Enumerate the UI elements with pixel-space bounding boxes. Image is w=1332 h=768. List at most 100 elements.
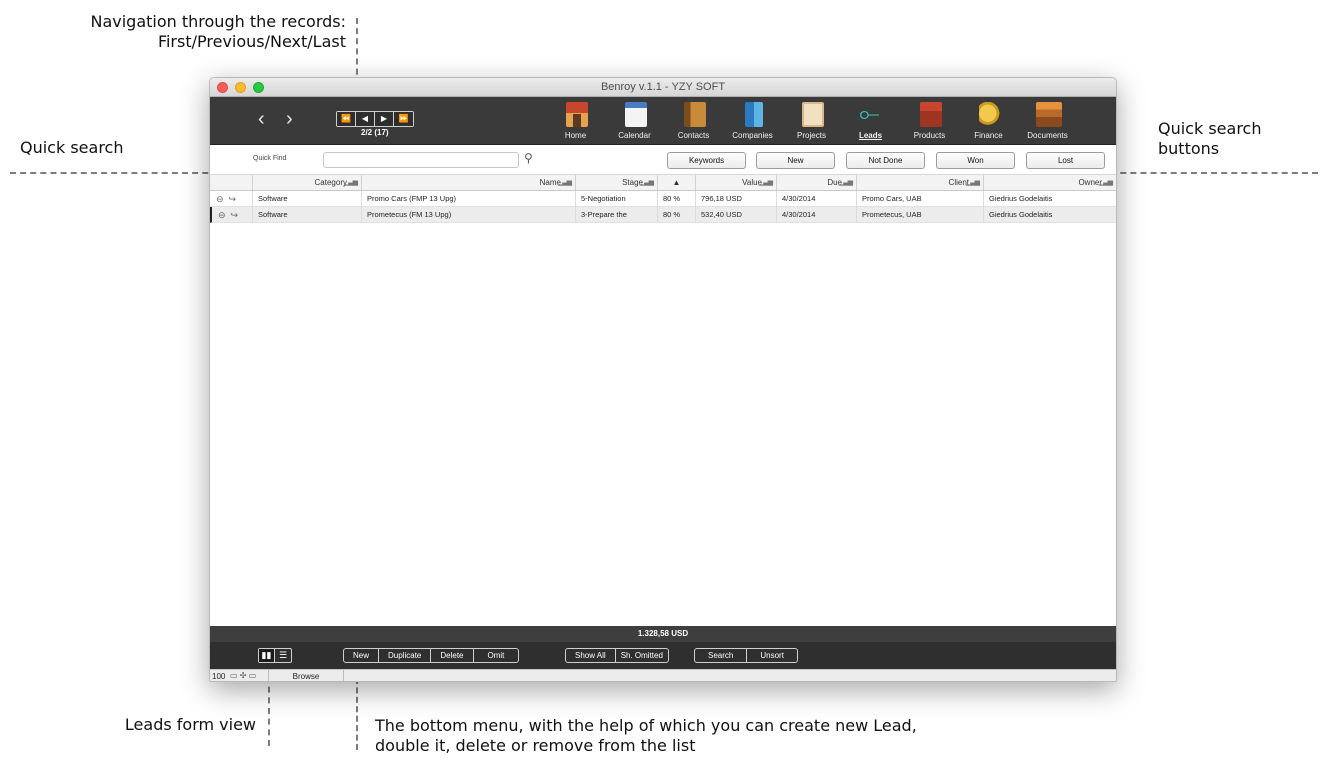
module-finance[interactable]: Finance: [959, 97, 1018, 145]
sort-bars-icon: ▁▃▅: [1098, 179, 1113, 186]
sort-bars-icon: ▁▃▅: [758, 179, 773, 186]
module-projects[interactable]: Projects: [782, 97, 841, 145]
header-name[interactable]: Name ▁▃▅: [362, 175, 576, 190]
table-row-selected[interactable]: ⊖ ↪ Software Prometecus (FM 13 Upg) 3-Pre…: [210, 207, 1116, 223]
delete-button[interactable]: Delete: [431, 649, 474, 662]
quick-find-bar: Quick Find ⚲ Keywords New Not Done Won L…: [210, 145, 1116, 175]
annotation-bottom-leader: [356, 678, 358, 750]
share-arrow-icon[interactable]: ↪: [229, 191, 237, 206]
form-view-icon[interactable]: ▮▮: [259, 649, 275, 662]
header-value[interactable]: Value ▁▃▅: [696, 175, 777, 190]
annotation-bottom-menu: The bottom menu, with the help of which …: [375, 716, 917, 756]
last-record-button[interactable]: ⏩: [394, 112, 413, 126]
module-calendar[interactable]: Calendar: [605, 97, 664, 145]
sort-bars-icon: ▁▃▅: [343, 179, 358, 186]
forward-chevron-icon[interactable]: ›: [286, 109, 293, 129]
header-label: Category: [314, 178, 347, 187]
cell-client: Prometecus, UAB: [857, 207, 984, 222]
header-actions: [210, 175, 253, 190]
annotation-navigation-line2: First/Previous/Next/Last: [157, 32, 346, 51]
zoom-controls-icon[interactable]: ▭ ✣ ▭: [230, 671, 256, 680]
row-actions: ⊖ ↪: [210, 191, 253, 206]
header-owner[interactable]: Owner ▁▃▅: [984, 175, 1116, 190]
module-label: Products: [913, 131, 946, 140]
annotation-qsb-leader: [1090, 172, 1318, 174]
list-view-icon[interactable]: ☰: [275, 649, 291, 662]
bottom-menu: ▮▮ ☰ New Duplicate Delete Omit Show All …: [210, 642, 1116, 669]
remove-circle-icon[interactable]: ⊖: [218, 207, 226, 222]
table-row[interactable]: ⊖ ↪ Software Promo Cars (FMP 13 Upg) 5-Ne…: [210, 191, 1116, 207]
module-label: Finance: [974, 131, 1003, 140]
header-probability[interactable]: ▲: [658, 175, 696, 190]
documents-icon: [1036, 102, 1062, 127]
module-companies[interactable]: Companies: [723, 97, 782, 145]
cell-value: 532,40 USD: [696, 207, 777, 222]
search-button[interactable]: Search: [695, 649, 748, 662]
filter-lost-button[interactable]: Lost: [1026, 152, 1105, 169]
module-home[interactable]: Home: [546, 97, 605, 145]
filter-not-done-button[interactable]: Not Done: [846, 152, 925, 169]
mode-indicator[interactable]: Browse: [268, 670, 344, 681]
cell-owner: Giedrius Godelaitis: [989, 194, 1053, 203]
record-count: 2/2 (17): [361, 128, 389, 137]
module-label-active: Leads: [858, 131, 883, 140]
annotation-quick-search-buttons: Quick search buttons: [1158, 119, 1261, 159]
record-actions-group: New Duplicate Delete Omit: [343, 648, 520, 663]
filter-won-button[interactable]: Won: [936, 152, 1015, 169]
module-products[interactable]: Products: [900, 97, 959, 145]
annotation-bottom-line2: double it, delete or remove from the lis…: [375, 736, 696, 755]
cell-name: Promo Cars (FMP 13 Upg): [362, 191, 576, 206]
duplicate-button[interactable]: Duplicate: [379, 649, 432, 662]
sort-bars-icon: ▁▃▅: [557, 179, 572, 186]
new-record-button[interactable]: New: [344, 649, 380, 662]
show-omitted-button[interactable]: Sh. Omitted: [616, 649, 668, 662]
next-record-button[interactable]: ▶: [375, 112, 394, 126]
quick-find-input[interactable]: [323, 152, 519, 168]
view-toggle: ▮▮ ☰: [258, 648, 292, 663]
cell-stage: 5-Negotiation: [576, 191, 658, 206]
header-category[interactable]: Category ▁▃▅: [253, 175, 362, 190]
cell-category: Software: [253, 191, 362, 206]
module-documents[interactable]: Documents: [1018, 97, 1077, 145]
products-icon: [920, 102, 942, 127]
annotation-quick-search: Quick search: [20, 138, 124, 157]
sort-bars-icon: ▁▃▅: [838, 179, 853, 186]
cell-due: 4/30/2014: [777, 207, 857, 222]
module-label: Documents: [1027, 131, 1068, 140]
share-arrow-icon[interactable]: ↪: [231, 207, 239, 222]
header-stage[interactable]: Stage ▁▃▅: [576, 175, 658, 190]
filter-new-button[interactable]: New: [756, 152, 835, 169]
cell-probability: 80 %: [658, 207, 696, 222]
previous-record-button[interactable]: ◀: [356, 112, 375, 126]
cell-value: 796,18 USD: [696, 191, 777, 206]
module-label: Companies: [732, 131, 773, 140]
back-chevron-icon[interactable]: ‹: [258, 109, 265, 129]
total-value: 1.328,58 USD: [210, 626, 1116, 642]
cell-category: Software: [253, 207, 362, 222]
module-contacts[interactable]: Contacts: [664, 97, 723, 145]
cell-probability: 80 %: [658, 191, 696, 206]
module-leads[interactable]: Leads: [841, 97, 900, 145]
main-toolbar: ‹ › ⏪ ◀ ▶ ⏩ 2/2 (17) Home Calendar Conta…: [210, 97, 1116, 145]
annotation-qsb-line2: buttons: [1158, 139, 1220, 158]
projects-icon: [802, 102, 824, 127]
title-bar: Benroy v.1.1 - YZY SOFT: [210, 78, 1116, 97]
sort-ascending-icon: ▲: [672, 178, 681, 187]
leads-table: Category ▁▃▅ Name ▁▃▅ Stage ▁▃▅ ▲ Value ▁▃▅ …: [210, 175, 1116, 223]
header-due[interactable]: Due ▁▃▅: [777, 175, 857, 190]
header-client[interactable]: Client ▁▃▅: [857, 175, 984, 190]
first-record-button[interactable]: ⏪: [337, 112, 356, 126]
finance-icon: [979, 102, 1001, 127]
status-bar: 100 ▭ ✣ ▭ Browse: [210, 669, 1116, 681]
remove-circle-icon[interactable]: ⊖: [216, 191, 224, 206]
zoom-level[interactable]: 100: [212, 672, 225, 681]
show-all-button[interactable]: Show All: [566, 649, 616, 662]
annotation-bottom-line1: The bottom menu, with the help of which …: [375, 716, 917, 735]
search-icon[interactable]: ⚲: [524, 151, 533, 165]
search-group: Search Unsort: [694, 648, 798, 663]
annotation-navigation-line1: Navigation through the records:: [90, 12, 346, 31]
module-nav: Home Calendar Contacts Companies Project…: [546, 97, 1077, 145]
keywords-button[interactable]: Keywords: [667, 152, 746, 169]
unsort-button[interactable]: Unsort: [747, 649, 797, 662]
omit-button[interactable]: Omit: [474, 649, 519, 662]
